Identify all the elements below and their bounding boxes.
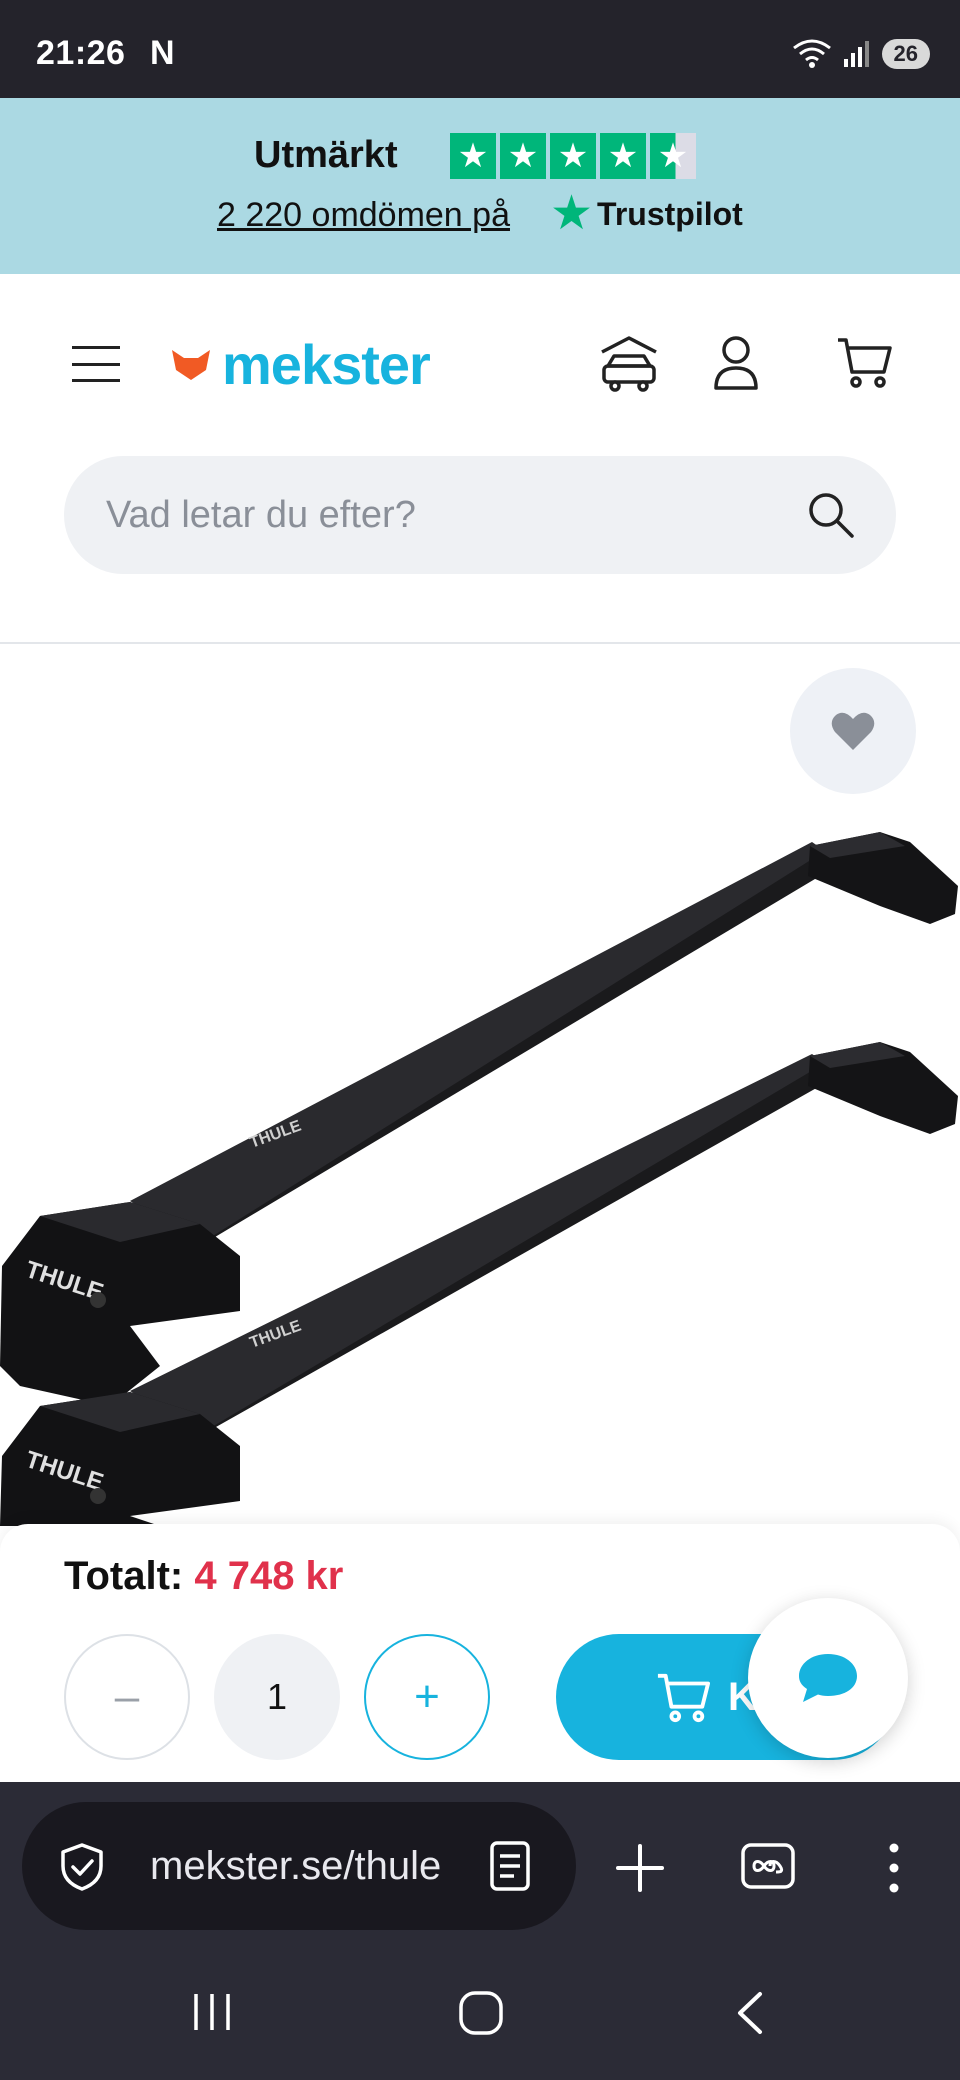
trustpilot-reviews-link[interactable]: 2 220 omdömen på <box>217 196 510 235</box>
browser-toolbar: mekster.se/thule <box>0 1782 960 1950</box>
trustpilot-stars: ★ ★ ★ ★ ★ <box>450 133 696 179</box>
quantity-value[interactable]: 1 <box>214 1634 340 1760</box>
star-icon: ★ <box>500 133 546 179</box>
star-icon: ★ <box>600 133 646 179</box>
quantity-decrease-button[interactable]: – <box>64 1634 190 1760</box>
product-image: THULE THULE THULE THULE <box>0 832 958 1526</box>
new-tab-icon[interactable] <box>614 1842 666 1894</box>
system-nav-bar <box>0 1950 960 2080</box>
status-bar: 21:26 N 26 <box>0 0 960 98</box>
search-icon[interactable] <box>806 490 856 540</box>
shield-check-icon[interactable] <box>58 1842 106 1892</box>
menu-icon[interactable] <box>72 346 120 382</box>
user-icon[interactable] <box>712 334 760 390</box>
more-icon[interactable] <box>888 1842 900 1894</box>
tabs-icon[interactable] <box>740 1842 796 1890</box>
star-icon: ★ <box>550 133 596 179</box>
address-bar[interactable]: mekster.se/thule <box>22 1802 576 1930</box>
star-icon: ★ <box>450 133 496 179</box>
search-bar[interactable] <box>64 456 896 574</box>
cart-icon <box>657 1673 710 1723</box>
status-icons: 26 <box>792 38 930 70</box>
trustpilot-logo: ★ Trustpilot <box>550 190 743 238</box>
netflix-notification-icon: N <box>150 34 175 72</box>
trustpilot-star-icon: ★ <box>550 187 594 240</box>
car-garage-icon[interactable] <box>598 334 660 396</box>
wifi-icon <box>792 39 831 68</box>
status-time: 21:26 <box>36 34 126 72</box>
fox-logo-icon <box>172 349 210 380</box>
total-price: Totalt: 4 748 kr <box>64 1554 343 1599</box>
recents-icon[interactable] <box>190 1990 234 2034</box>
trustpilot-banner[interactable] <box>0 98 960 274</box>
total-amount: 4 748 kr <box>194 1554 344 1598</box>
home-icon[interactable] <box>458 1990 504 2036</box>
trustpilot-rating-label: Utmärkt <box>254 134 398 176</box>
chat-bubble-icon <box>799 1654 857 1702</box>
reader-mode-icon[interactable] <box>488 1840 532 1892</box>
trustpilot-brand: Trustpilot <box>597 195 743 232</box>
logo-text: mekster <box>222 333 431 396</box>
product-image-area[interactable]: THULE THULE THULE THULE <box>0 646 960 1526</box>
signal-icon <box>843 41 869 67</box>
search-input[interactable] <box>106 494 786 537</box>
back-icon[interactable] <box>734 1990 766 2036</box>
chat-button[interactable] <box>748 1598 908 1758</box>
total-label: Totalt: <box>64 1554 184 1598</box>
battery-icon: 26 <box>881 39 930 69</box>
cart-icon[interactable] <box>836 334 892 390</box>
site-header: mekster <box>0 274 960 644</box>
mekster-logo[interactable]: mekster <box>170 332 431 397</box>
url-text[interactable]: mekster.se/thule <box>150 1844 460 1889</box>
half-star-icon: ★ <box>650 133 696 179</box>
quantity-increase-button[interactable]: + <box>364 1634 490 1760</box>
